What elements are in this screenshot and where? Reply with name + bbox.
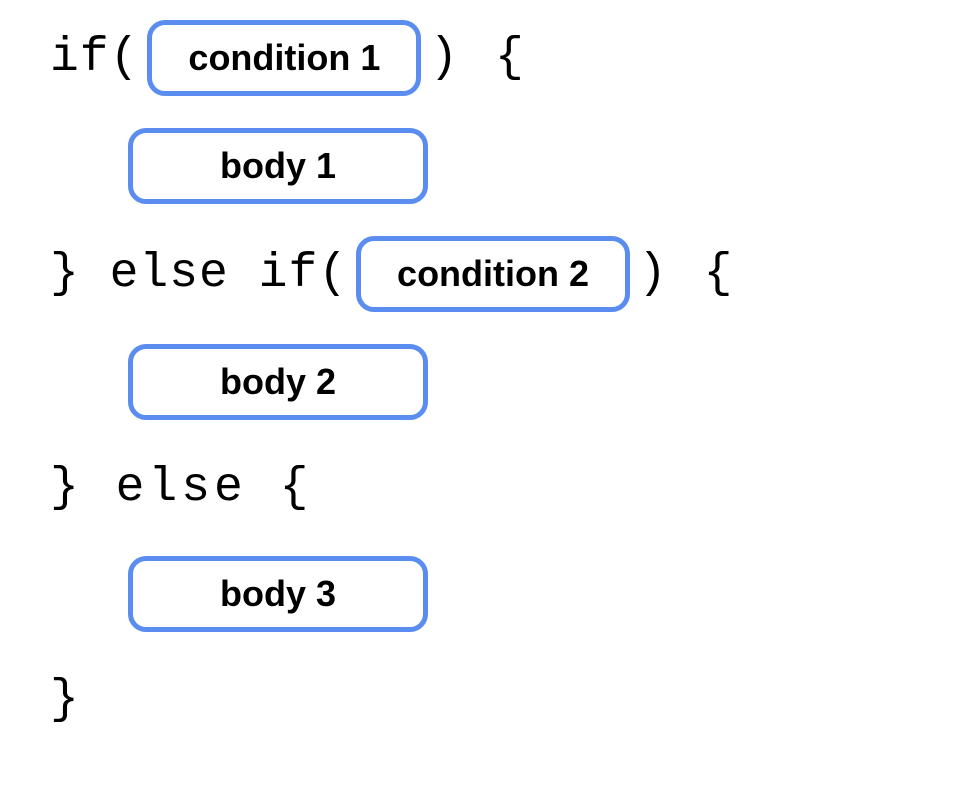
- closing-brace-line: }: [50, 664, 930, 736]
- if-open: if(: [50, 31, 139, 85]
- closing-brace: }: [50, 673, 83, 727]
- else-if-open: } else if(: [50, 247, 348, 301]
- else-if-close: ) {: [638, 247, 736, 301]
- condition-1-placeholder: condition 1: [147, 20, 421, 96]
- if-close: ) {: [429, 31, 527, 85]
- body-3-line: body 3: [50, 556, 930, 632]
- body-3-placeholder: body 3: [128, 556, 428, 632]
- else-text: } else {: [50, 461, 312, 515]
- body-1-line: body 1: [50, 128, 930, 204]
- body-2-line: body 2: [50, 344, 930, 420]
- if-line: if( condition 1 ) {: [50, 20, 930, 96]
- body-1-placeholder: body 1: [128, 128, 428, 204]
- else-if-line: } else if( condition 2 ) {: [50, 236, 930, 312]
- condition-2-placeholder: condition 2: [356, 236, 630, 312]
- else-line: } else {: [50, 452, 930, 524]
- body-2-placeholder: body 2: [128, 344, 428, 420]
